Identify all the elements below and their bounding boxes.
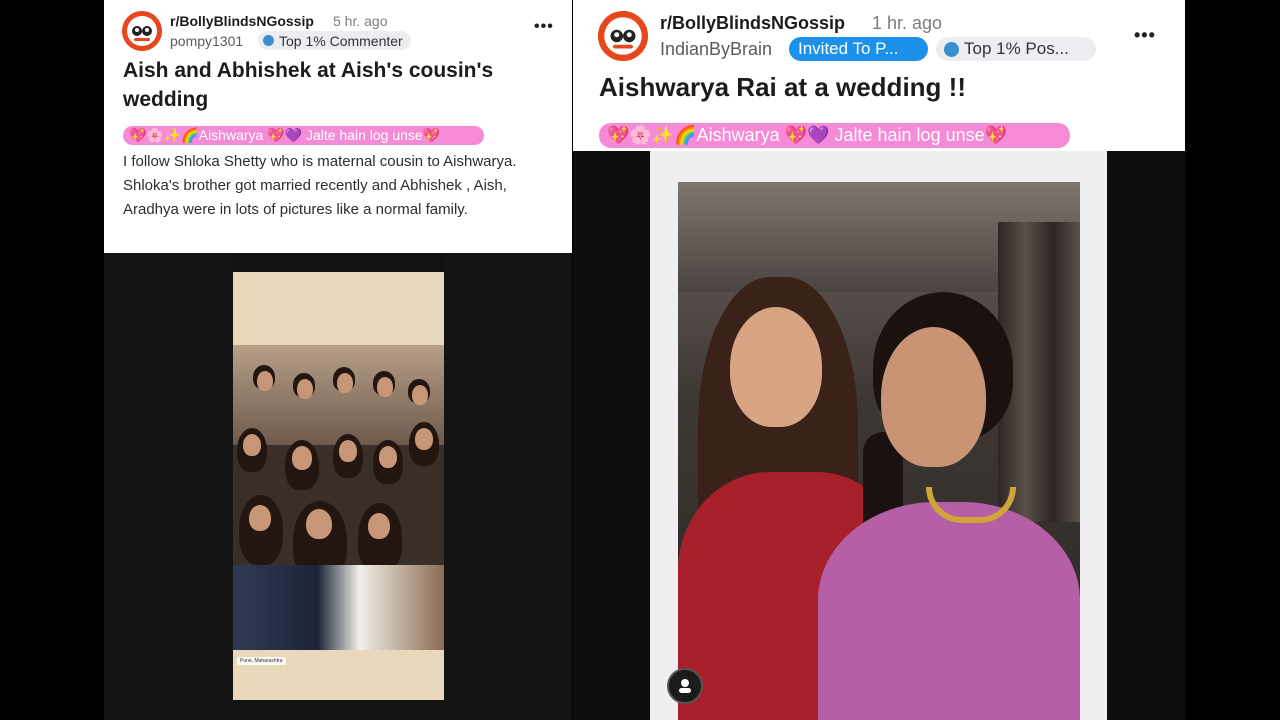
selfie-photo	[678, 182, 1080, 720]
woman-left-face	[730, 307, 822, 427]
post-title[interactable]: Aishwarya Rai at a wedding !!	[599, 70, 966, 104]
left-post-screenshot: r/BollyBlindsNGossip 5 hr. ago pompy1301…	[104, 0, 572, 720]
person-face	[368, 513, 390, 539]
person-face	[339, 440, 357, 462]
person-face	[257, 371, 273, 391]
person-face	[412, 385, 428, 405]
right-post-screenshot: r/BollyBlindsNGossip 1 hr. ago IndianByB…	[573, 0, 1185, 720]
post-flair[interactable]: 💖🌸✨🌈Aishwarya 💖💜 Jalte hain log unse💖	[123, 126, 484, 145]
commenter-badge-icon	[263, 35, 274, 46]
post-time: 5 hr. ago	[333, 13, 388, 29]
crowd-back-row	[243, 365, 433, 425]
person-face	[306, 509, 332, 539]
clothing	[233, 565, 444, 650]
subreddit-name[interactable]: r/BollyBlindsNGossip	[170, 13, 314, 29]
post-image[interactable]: Pune, Maharashtra	[233, 253, 444, 700]
left-post-header: r/BollyBlindsNGossip 5 hr. ago pompy1301…	[104, 0, 572, 253]
post-flair[interactable]: 💖🌸✨🌈Aishwarya 💖💜 Jalte hain log unse💖	[599, 123, 1070, 148]
person-face	[243, 434, 261, 456]
person-face	[377, 377, 393, 397]
person-face	[292, 446, 312, 470]
more-options-icon[interactable]: •••	[1134, 25, 1156, 46]
image-top-bar	[233, 253, 444, 272]
poster-badge-label: Top 1% Pos...	[964, 39, 1069, 58]
person-face	[337, 373, 353, 393]
commenter-badge-label: Top 1% Commenter	[279, 32, 403, 49]
post-time: 1 hr. ago	[872, 13, 943, 33]
subreddit-avatar-icon[interactable]	[122, 11, 162, 51]
subreddit-name[interactable]: r/BollyBlindsNGossip	[660, 13, 845, 34]
post-image[interactable]	[650, 151, 1107, 720]
person-face	[249, 505, 271, 531]
woman-right-outfit	[818, 502, 1080, 720]
crowd-front-row	[233, 495, 444, 650]
post-title[interactable]: Aish and Abhishek at Aish's cousin's wed…	[123, 56, 543, 114]
photo-location-tag: Pune, Maharashtra	[237, 657, 286, 665]
poster-badge-icon	[944, 41, 959, 57]
subreddit-avatar-icon[interactable]	[598, 11, 648, 61]
invited-badge-label: Invited To P...	[798, 39, 899, 58]
more-options-icon[interactable]: •••	[534, 18, 554, 36]
user-profile-icon[interactable]	[667, 668, 703, 704]
woman-right-face	[881, 327, 986, 467]
group-photo	[233, 345, 444, 650]
right-post-header: r/BollyBlindsNGossip 1 hr. ago IndianByB…	[573, 0, 1185, 151]
post-username[interactable]: pompy1301	[170, 33, 243, 49]
commenter-badge: Top 1% Commenter	[258, 31, 411, 50]
post-body: I follow Shloka Shetty who is maternal c…	[123, 153, 517, 218]
person-face	[379, 446, 397, 468]
post-username[interactable]: IndianByBrain	[660, 39, 772, 60]
invited-badge: Invited To P...	[789, 37, 928, 61]
poster-badge: Top 1% Pos...	[936, 37, 1096, 61]
person-face	[415, 428, 433, 450]
person-face	[297, 379, 313, 399]
